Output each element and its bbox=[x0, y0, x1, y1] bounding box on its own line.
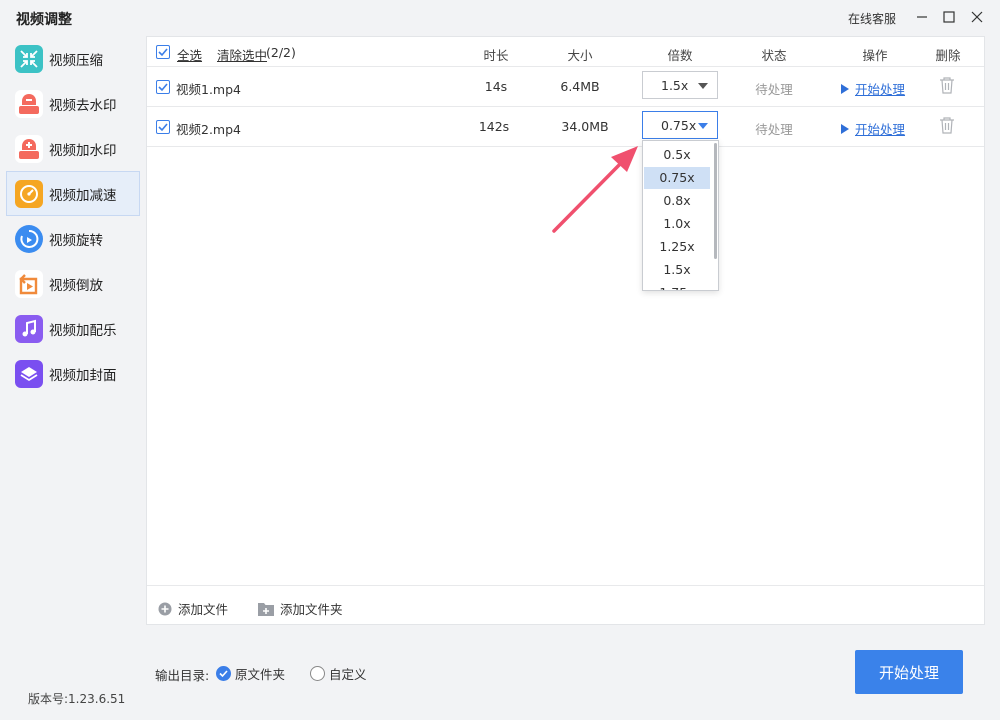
dropdown-scrollbar[interactable] bbox=[714, 143, 717, 259]
trash-icon[interactable] bbox=[939, 117, 955, 138]
speed-option[interactable]: 0.5x bbox=[644, 144, 710, 166]
sidebar-item-label: 视频加减速 bbox=[49, 187, 117, 204]
add-file-label: 添加文件 bbox=[178, 602, 229, 617]
action-label: 开始处理 bbox=[855, 82, 906, 97]
select-all-link[interactable]: 全选 bbox=[177, 45, 202, 64]
table-header: 全选 清除选中 (2/2) 时长 大小 倍数 状态 操作 删除 bbox=[147, 37, 984, 67]
add-folder-button[interactable]: 添加文件夹 bbox=[258, 599, 343, 618]
reverse-icon bbox=[15, 269, 43, 298]
file-list-panel: 全选 清除选中 (2/2) 时长 大小 倍数 状态 操作 删除 视频1.mp4 … bbox=[146, 36, 985, 625]
speed-option-selected[interactable]: 0.75x bbox=[644, 167, 710, 189]
check-icon bbox=[158, 123, 168, 132]
watermark-remove-icon bbox=[15, 89, 43, 118]
clear-selection-link[interactable]: 清除选中 bbox=[217, 45, 267, 64]
plus-circle-icon bbox=[158, 602, 172, 615]
column-speed: 倍数 bbox=[667, 48, 693, 63]
output-directory-label: 输出目录: bbox=[155, 668, 210, 683]
check-icon bbox=[158, 83, 168, 92]
row-checkbox[interactable] bbox=[156, 120, 170, 134]
sidebar-item-label: 视频旋转 bbox=[49, 232, 103, 249]
table-row: 视频1.mp4 14s 6.4MB 1.5x 待处理 开始处理 bbox=[147, 67, 984, 107]
column-action: 操作 bbox=[862, 48, 888, 63]
action-label: 开始处理 bbox=[855, 122, 906, 137]
speed-icon bbox=[15, 179, 43, 208]
file-status: 待处理 bbox=[755, 82, 793, 97]
file-size: 6.4MB bbox=[560, 79, 600, 94]
column-duration: 时长 bbox=[483, 48, 509, 63]
column-status: 状态 bbox=[761, 48, 787, 63]
sidebar-item-music[interactable]: 视频加配乐 bbox=[6, 306, 140, 351]
add-file-button[interactable]: 添加文件 bbox=[158, 599, 228, 618]
speed-option[interactable]: 1.0x bbox=[644, 213, 710, 235]
sidebar-item-speed[interactable]: 视频加减速 bbox=[6, 171, 140, 216]
radio-checked-icon bbox=[216, 666, 231, 681]
table-row: 视频2.mp4 142s 34.0MB 0.75x 待处理 开始处理 bbox=[147, 107, 984, 147]
sidebar-item-remove-watermark[interactable]: 视频去水印 bbox=[6, 81, 140, 126]
sidebar-item-label: 视频加水印 bbox=[49, 142, 117, 159]
column-delete: 删除 bbox=[935, 48, 961, 63]
radio-custom-folder[interactable]: 自定义 bbox=[310, 664, 367, 683]
title-bar: 视频调整 在线客服 bbox=[0, 0, 1000, 34]
rotate-icon bbox=[15, 224, 43, 253]
panel-footer: 添加文件 添加文件夹 bbox=[147, 585, 984, 625]
online-support-link[interactable]: 在线客服 bbox=[848, 10, 896, 27]
radio-label: 原文件夹 bbox=[235, 667, 286, 682]
speed-value: 0.75x bbox=[661, 117, 697, 133]
start-processing-link[interactable]: 开始处理 bbox=[841, 79, 905, 98]
radio-label: 自定义 bbox=[329, 667, 367, 682]
file-size: 34.0MB bbox=[561, 119, 609, 134]
speed-select[interactable]: 1.5x bbox=[642, 71, 718, 99]
file-name: 视频1.mp4 bbox=[176, 82, 241, 97]
chevron-down-icon bbox=[698, 123, 708, 129]
play-icon bbox=[841, 83, 849, 94]
play-icon bbox=[841, 123, 849, 134]
file-status: 待处理 bbox=[755, 122, 793, 137]
sidebar-item-reverse[interactable]: 视频倒放 bbox=[6, 261, 140, 306]
column-size: 大小 bbox=[567, 48, 593, 63]
sidebar: 视频压缩 视频去水印 视频加水印 视频加减速 视频旋转 视频倒放 视频加配乐 视… bbox=[6, 36, 140, 396]
close-icon[interactable] bbox=[966, 6, 988, 28]
speed-select[interactable]: 0.75x bbox=[642, 111, 718, 139]
radio-original-folder[interactable]: 原文件夹 bbox=[216, 664, 285, 683]
start-processing-link[interactable]: 开始处理 bbox=[841, 119, 905, 138]
sidebar-item-compress[interactable]: 视频压缩 bbox=[6, 36, 140, 81]
sidebar-item-label: 视频加配乐 bbox=[49, 322, 117, 339]
sidebar-item-label: 视频去水印 bbox=[49, 97, 117, 114]
maximize-icon[interactable] bbox=[938, 6, 960, 28]
sidebar-item-label: 视频压缩 bbox=[49, 52, 103, 69]
speed-option[interactable]: 1.5x bbox=[644, 259, 710, 281]
speed-option[interactable]: 0.8x bbox=[644, 190, 710, 212]
selection-count: (2/2) bbox=[266, 45, 296, 60]
file-duration: 14s bbox=[484, 79, 508, 94]
watermark-add-icon bbox=[15, 134, 43, 163]
row-checkbox[interactable] bbox=[156, 80, 170, 94]
speed-option[interactable]: 1.75x bbox=[644, 282, 710, 290]
sidebar-item-label: 视频倒放 bbox=[49, 277, 103, 294]
add-folder-label: 添加文件夹 bbox=[280, 602, 343, 617]
sidebar-item-label: 视频加封面 bbox=[49, 367, 117, 384]
cover-icon bbox=[15, 359, 43, 388]
radio-unchecked-icon bbox=[310, 666, 325, 681]
sidebar-item-cover[interactable]: 视频加封面 bbox=[6, 351, 140, 396]
start-processing-button[interactable]: 开始处理 bbox=[855, 650, 963, 694]
select-all-checkbox[interactable] bbox=[156, 45, 170, 59]
check-icon bbox=[158, 48, 168, 57]
chevron-down-icon bbox=[698, 83, 708, 89]
music-icon bbox=[15, 314, 43, 343]
sidebar-item-rotate[interactable]: 视频旋转 bbox=[6, 216, 140, 261]
file-name: 视频2.mp4 bbox=[176, 122, 241, 137]
sidebar-item-add-watermark[interactable]: 视频加水印 bbox=[6, 126, 140, 171]
version-label: 版本号:1.23.6.51 bbox=[28, 692, 126, 706]
compress-icon bbox=[15, 44, 43, 73]
app-title: 视频调整 bbox=[16, 12, 72, 28]
speed-value: 1.5x bbox=[661, 77, 689, 93]
speed-option[interactable]: 1.25x bbox=[644, 236, 710, 258]
minimize-icon[interactable] bbox=[911, 6, 933, 28]
trash-icon[interactable] bbox=[939, 77, 955, 98]
folder-plus-icon bbox=[258, 602, 274, 616]
speed-dropdown-menu: 0.5x 0.75x 0.8x 1.0x 1.25x 1.5x 1.75x bbox=[642, 140, 719, 291]
file-duration: 142s bbox=[478, 119, 510, 134]
